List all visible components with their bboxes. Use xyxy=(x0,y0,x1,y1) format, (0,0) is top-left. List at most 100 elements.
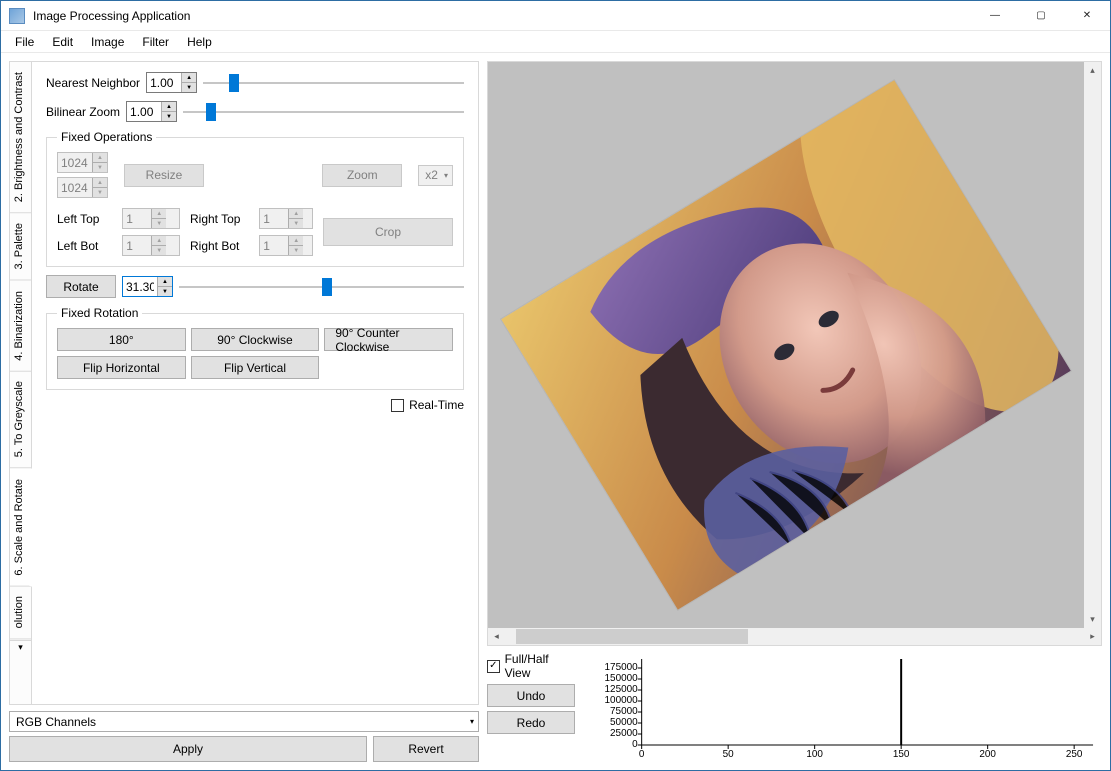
svg-text:200: 200 xyxy=(979,749,996,760)
rt-label: Right Top xyxy=(190,212,249,226)
channel-selector-value: RGB Channels xyxy=(16,715,96,729)
preview-image xyxy=(501,80,1071,609)
bilinear-value-input[interactable] xyxy=(127,102,161,121)
side-tabs: ▾ olution 6. Scale and Rotate 5. To Grey… xyxy=(10,62,32,704)
scroll-left-icon[interactable]: ◂ xyxy=(488,631,505,642)
fixed-rotation-group: Fixed Rotation 180° 90° Clockwise 90° Co… xyxy=(46,306,464,390)
full-half-view-checkbox[interactable]: ✓ Full/Half View xyxy=(487,652,575,680)
svg-text:125000: 125000 xyxy=(605,684,639,695)
svg-text:75000: 75000 xyxy=(610,706,638,717)
lb-label: Left Bot xyxy=(57,239,112,253)
svg-text:25000: 25000 xyxy=(610,728,638,739)
channel-selector[interactable]: RGB Channels ▾ xyxy=(9,711,479,732)
rotate-step-up[interactable]: ▲ xyxy=(158,277,172,287)
resize-height-spinner: ▲▼ xyxy=(57,177,108,198)
svg-text:50000: 50000 xyxy=(610,717,638,728)
window-title: Image Processing Application xyxy=(33,9,972,23)
svg-text:250: 250 xyxy=(1066,749,1083,760)
crop-button: Crop xyxy=(323,218,453,246)
realtime-checkbox[interactable]: Real-Time xyxy=(391,398,464,412)
scroll-right-icon[interactable]: ▸ xyxy=(1084,631,1101,642)
image-canvas[interactable] xyxy=(488,62,1084,628)
rb-spinner: ▲▼ xyxy=(259,235,313,256)
rb-label: Right Bot xyxy=(190,239,249,253)
resize-width-spinner: ▲▼ xyxy=(57,152,108,173)
vertical-scrollbar[interactable]: ▴ ▾ xyxy=(1084,62,1101,628)
resize-button: Resize xyxy=(124,164,204,187)
checkbox-icon: ✓ xyxy=(487,660,500,673)
fixed-operations-group: Fixed Operations ▲▼ ▲▼ xyxy=(46,130,464,267)
zoom-factor-select: x2▾ xyxy=(418,165,453,186)
window-maximize-button[interactable]: ▢ xyxy=(1018,1,1064,30)
flip-vertical-button[interactable]: Flip Vertical xyxy=(191,356,320,379)
menu-filter[interactable]: Filter xyxy=(134,33,177,51)
bilinear-spinner[interactable]: ▲▼ xyxy=(126,101,177,122)
scroll-down-icon[interactable]: ▾ xyxy=(1084,611,1101,628)
tab-binarization[interactable]: 4. Binarization xyxy=(10,281,31,372)
histogram-bar xyxy=(900,659,902,745)
svg-text:150: 150 xyxy=(893,749,910,760)
zoom-factor-value: x2 xyxy=(425,168,438,182)
rotate-180-button[interactable]: 180° xyxy=(57,328,186,351)
nn-label: Nearest Neighbor xyxy=(46,76,140,90)
nn-step-down[interactable]: ▼ xyxy=(182,83,196,92)
h-scroll-thumb[interactable] xyxy=(516,629,748,644)
resize-height-input xyxy=(58,178,92,197)
tab-scale-rotate[interactable]: 6. Scale and Rotate xyxy=(10,469,32,587)
nn-step-up[interactable]: ▲ xyxy=(182,73,196,83)
app-icon xyxy=(9,8,25,24)
svg-text:0: 0 xyxy=(632,739,638,750)
checkbox-icon xyxy=(391,399,404,412)
realtime-label: Real-Time xyxy=(409,398,464,412)
menubar: File Edit Image Filter Help xyxy=(1,31,1110,53)
lb-spinner: ▲▼ xyxy=(122,235,180,256)
tab-palette[interactable]: 3. Palette xyxy=(10,213,31,280)
window-close-button[interactable]: ✕ xyxy=(1064,1,1110,30)
svg-text:150000: 150000 xyxy=(605,673,639,684)
bilinear-slider[interactable] xyxy=(183,102,464,122)
menu-file[interactable]: File xyxy=(7,33,42,51)
svg-text:175000: 175000 xyxy=(605,662,639,673)
histogram-chart: 0 25000 50000 75000 100000 125000 150000… xyxy=(583,652,1102,762)
rotate-step-down[interactable]: ▼ xyxy=(158,287,172,296)
svg-text:0: 0 xyxy=(639,749,645,760)
fixed-operations-legend: Fixed Operations xyxy=(57,130,156,144)
rotate-spinner[interactable]: ▲▼ xyxy=(122,276,173,297)
chevron-down-icon: ▾ xyxy=(470,717,474,726)
flip-horizontal-button[interactable]: Flip Horizontal xyxy=(57,356,186,379)
zoom-button: Zoom xyxy=(322,164,402,187)
rotate-button[interactable]: Rotate xyxy=(46,275,116,298)
redo-button[interactable]: Redo xyxy=(487,711,575,734)
full-half-view-label: Full/Half View xyxy=(505,652,575,680)
nn-spinner[interactable]: ▲▼ xyxy=(146,72,197,93)
lt-label: Left Top xyxy=(57,212,112,226)
nn-slider[interactable] xyxy=(203,73,464,93)
window-minimize-button[interactable]: — xyxy=(972,1,1018,30)
bilinear-label: Bilinear Zoom xyxy=(46,105,120,119)
horizontal-scrollbar[interactable]: ◂ ▸ xyxy=(488,628,1101,645)
lt-spinner: ▲▼ xyxy=(122,208,180,229)
svg-text:100000: 100000 xyxy=(605,695,639,706)
rotate-90cw-button[interactable]: 90° Clockwise xyxy=(191,328,320,351)
menu-edit[interactable]: Edit xyxy=(44,33,81,51)
rotate-value-input[interactable] xyxy=(123,277,157,296)
resize-width-input xyxy=(58,153,92,172)
bilinear-step-up[interactable]: ▲ xyxy=(162,102,176,112)
tab-brightness-contrast[interactable]: 2. Brightness and Contrast xyxy=(10,62,31,213)
tab-extra[interactable]: olution xyxy=(10,586,31,639)
undo-button[interactable]: Undo xyxy=(487,684,575,707)
fixed-rotation-legend: Fixed Rotation xyxy=(57,306,142,320)
svg-text:50: 50 xyxy=(723,749,735,760)
scroll-up-icon[interactable]: ▴ xyxy=(1084,62,1101,79)
nn-value-input[interactable] xyxy=(147,73,181,92)
bilinear-step-down[interactable]: ▼ xyxy=(162,112,176,121)
rotate-90ccw-button[interactable]: 90° Counter Clockwise xyxy=(324,328,453,351)
rt-spinner: ▲▼ xyxy=(259,208,313,229)
menu-help[interactable]: Help xyxy=(179,33,220,51)
revert-button[interactable]: Revert xyxy=(373,736,479,762)
menu-image[interactable]: Image xyxy=(83,33,132,51)
tab-greyscale[interactable]: 5. To Greyscale xyxy=(10,371,31,468)
tab-scroll-down[interactable]: ▾ xyxy=(10,640,31,654)
apply-button[interactable]: Apply xyxy=(9,736,367,762)
rotate-slider[interactable] xyxy=(179,277,464,297)
